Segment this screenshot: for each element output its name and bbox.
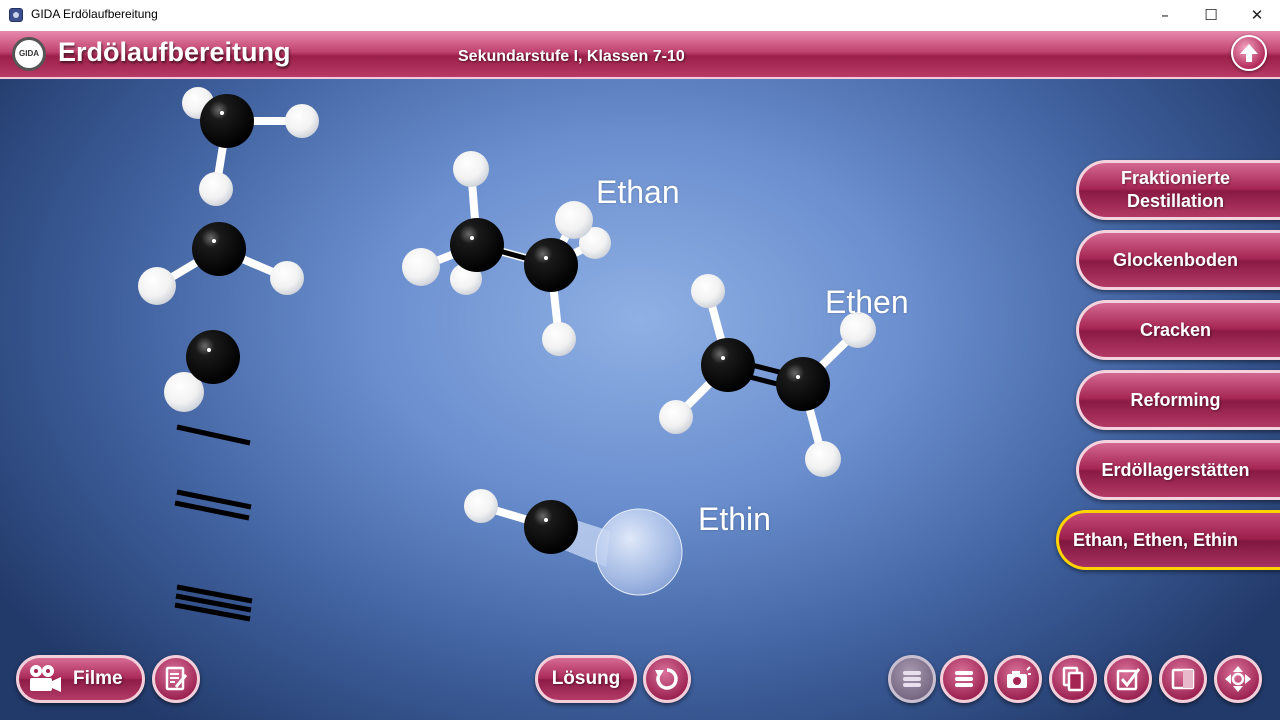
menu-item-label: Reforming — [1130, 389, 1221, 410]
notepad-button[interactable] — [152, 655, 200, 703]
menu-item-glockenboden[interactable]: Glockenboden — [1076, 230, 1280, 290]
ethan-label: Ethan — [596, 174, 680, 210]
fragment-ch3[interactable] — [182, 87, 319, 206]
fragment-ch[interactable] — [164, 330, 240, 412]
double-bond-piece[interactable] — [174, 489, 252, 521]
navigate-button[interactable] — [1214, 655, 1262, 703]
window-button[interactable] — [1159, 655, 1207, 703]
fragment-ch2[interactable] — [138, 222, 304, 305]
menu-item-erdoellagerstaetten[interactable]: Erdöllagerstätten — [1076, 440, 1280, 500]
navigate-icon — [1225, 666, 1251, 692]
arrow-up-icon — [1240, 44, 1258, 62]
films-label: Filme — [73, 668, 123, 689]
minimize-button[interactable]: – — [1142, 0, 1188, 31]
screenshot-button[interactable] — [994, 655, 1042, 703]
single-bond-piece[interactable] — [176, 424, 251, 446]
menu-toggle-button[interactable] — [940, 655, 988, 703]
window-icon — [1171, 668, 1195, 690]
close-button[interactable]: ✕ — [1234, 0, 1280, 31]
checkbox-icon — [1116, 668, 1141, 691]
menu-item-label: Glockenboden — [1112, 249, 1238, 270]
menu-item-label: Cracken — [1139, 319, 1212, 340]
gida-logo: GIDA — [12, 37, 46, 71]
list-view-button[interactable] — [888, 655, 936, 703]
films-button[interactable]: Filme — [16, 655, 145, 703]
app-header: GIDA Erdölaufbereitung Sekundarstufe I, … — [0, 31, 1280, 79]
menu-item-ethan-ethen-ethin[interactable]: Ethan, Ethen, Ethin — [1056, 510, 1280, 570]
list-icon — [955, 671, 973, 687]
ethan-molecule[interactable] — [402, 151, 611, 356]
app-title: Erdölaufbereitung — [58, 37, 291, 67]
camera-icon — [1007, 666, 1031, 688]
up-button[interactable] — [1231, 35, 1267, 71]
menu-item-label: Ethan, Ethen, Ethin — [1073, 529, 1238, 550]
app-subtitle: Sekundarstufe I, Klassen 7-10 — [458, 48, 685, 65]
menu-item-fraktionierte-destillation[interactable]: Fraktionierte Destillation — [1076, 160, 1280, 220]
menu-item-cracken[interactable]: Cracken — [1076, 300, 1280, 360]
solution-button[interactable]: Lösung — [535, 655, 637, 703]
ethin-molecule[interactable] — [464, 489, 683, 596]
menu-item-label: Erdöllagerstätten — [1101, 459, 1250, 480]
film-camera-icon — [30, 665, 61, 692]
window-titlebar: GIDA Erdölaufbereitung – ☐ ✕ — [0, 0, 1280, 32]
menu-item-reforming[interactable]: Reforming — [1076, 370, 1280, 430]
window-title: GIDA Erdölaufbereitung — [31, 7, 158, 21]
reset-button[interactable] — [643, 655, 691, 703]
ethin-label: Ethin — [698, 501, 771, 537]
check-button[interactable] — [1104, 655, 1152, 703]
triple-bond-piece[interactable] — [174, 584, 253, 622]
copy-icon — [1062, 666, 1084, 692]
menu-item-label: Fraktionierte Destillation — [1120, 168, 1231, 211]
solution-label: Lösung — [551, 668, 621, 689]
app-icon — [9, 8, 23, 22]
maximize-button[interactable]: ☐ — [1188, 0, 1234, 31]
notepad-icon — [165, 666, 188, 691]
copy-button[interactable] — [1049, 655, 1097, 703]
reset-icon — [655, 668, 678, 690]
ethen-label: Ethen — [825, 284, 909, 320]
list-icon — [903, 671, 921, 687]
